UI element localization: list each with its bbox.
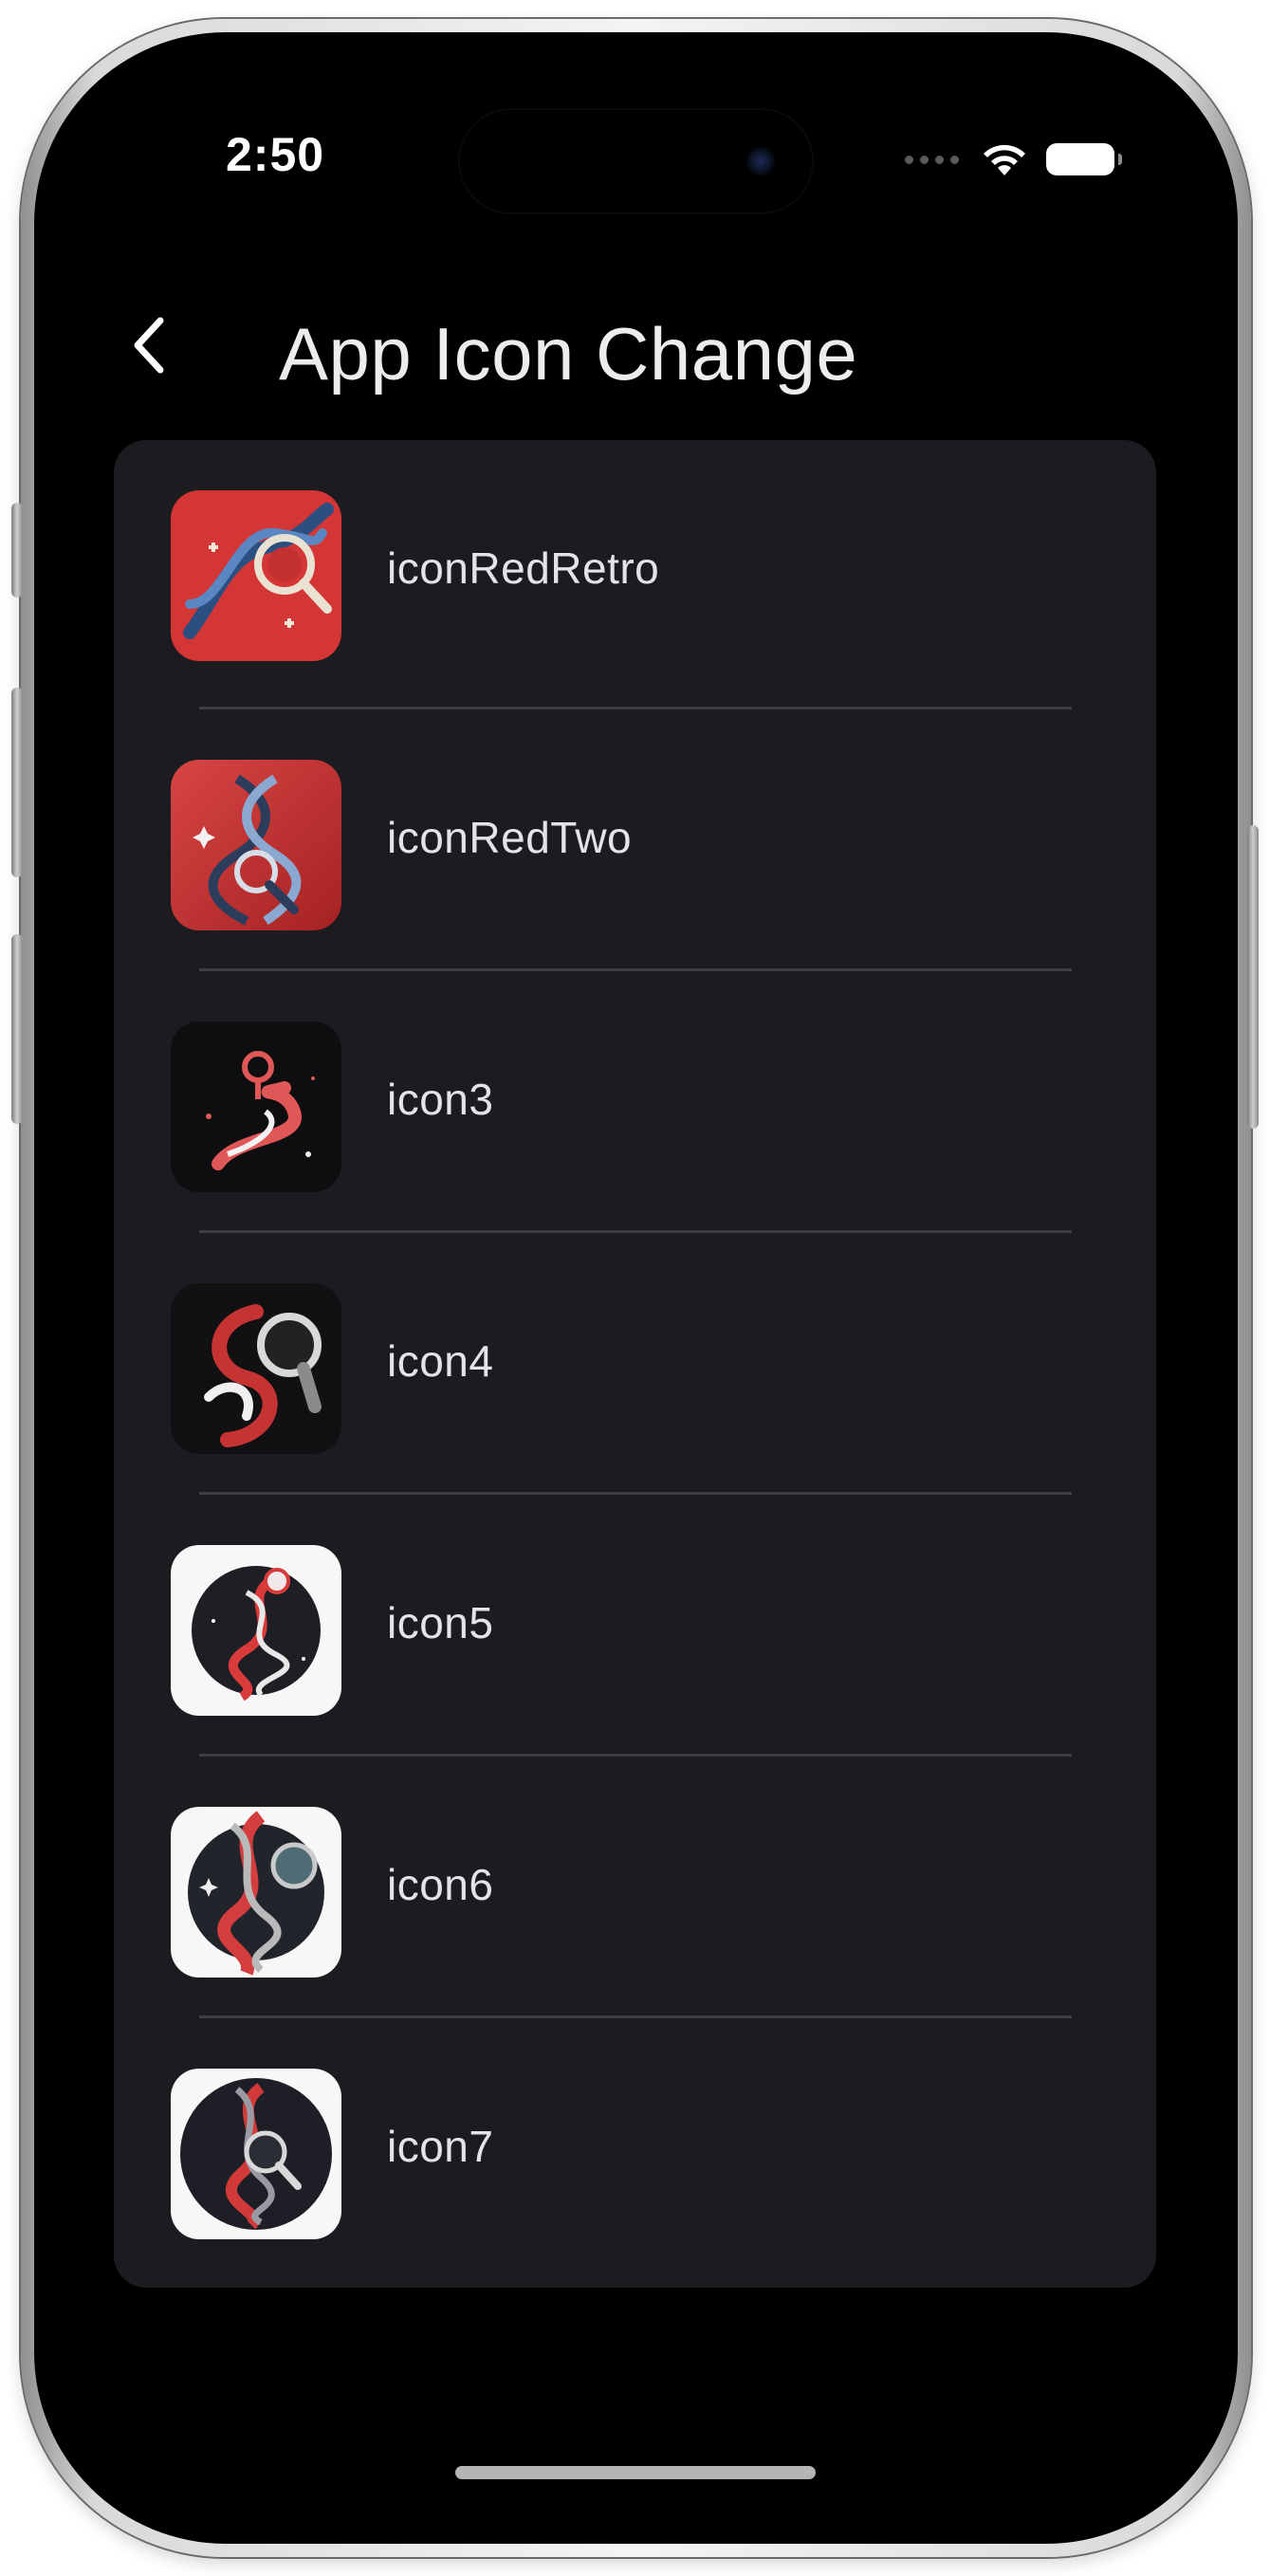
icon-option-label: icon3 — [387, 1075, 494, 1124]
icon-option-row-iconredtwo[interactable]: iconRedTwo — [114, 709, 1156, 971]
icon-option-row-icon7[interactable]: icon7 — [114, 2018, 1156, 2280]
icon-list: iconRedRetro iconRedTwo icon3 icon4 icon… — [114, 440, 1156, 2288]
page-title: App Icon Change — [279, 312, 858, 396]
icon-option-row-iconredretro[interactable]: iconRedRetro — [114, 440, 1156, 702]
action-button — [11, 503, 23, 598]
icon-option-row-icon3[interactable]: icon3 — [114, 971, 1156, 1233]
icon-option-label: iconRedTwo — [387, 813, 633, 862]
volume-up-button — [11, 688, 23, 877]
icon-option-label: icon6 — [387, 1860, 494, 1909]
dna-magnifier-red-icon — [171, 760, 341, 930]
wifi-icon — [984, 144, 1025, 175]
dna-magnifier-circle-white-icon — [171, 1807, 341, 1978]
dna-circle-white-icon — [171, 1545, 341, 1716]
icon-option-label: iconRedRetro — [387, 543, 660, 593]
dna-magnifier-circle-white-icon — [171, 2069, 341, 2239]
dynamic-island — [458, 108, 814, 214]
back-button[interactable] — [116, 307, 182, 383]
icon-option-label: icon7 — [387, 2122, 494, 2171]
cellular-dots-icon — [905, 155, 959, 164]
dna-magnifier-dark-icon — [171, 1283, 341, 1454]
icon-option-row-icon6[interactable]: icon6 — [114, 1757, 1156, 2018]
icon-option-row-icon5[interactable]: icon5 — [114, 1495, 1156, 1757]
volume-down-button — [11, 934, 23, 1124]
home-indicator[interactable] — [455, 2466, 816, 2479]
icon-option-row-icon4[interactable]: icon4 — [114, 1233, 1156, 1495]
dna-magnifier-red-retro-icon — [171, 490, 341, 661]
navigation-bar: App Icon Change — [74, 281, 1196, 404]
status-time: 2:50 — [226, 128, 325, 181]
side-button — [1247, 825, 1259, 1129]
app-screen: 2:50 App Icon Change iconRedRetro iconRe… — [74, 72, 1196, 2504]
camera-lens-icon — [745, 146, 776, 176]
icon-option-label: icon4 — [387, 1336, 494, 1386]
dna-dark-icon — [171, 1021, 341, 1192]
battery-icon — [1046, 143, 1122, 175]
chevron-left-icon — [134, 317, 164, 374]
status-icons — [905, 140, 1122, 178]
icon-option-label: icon5 — [387, 1598, 494, 1647]
